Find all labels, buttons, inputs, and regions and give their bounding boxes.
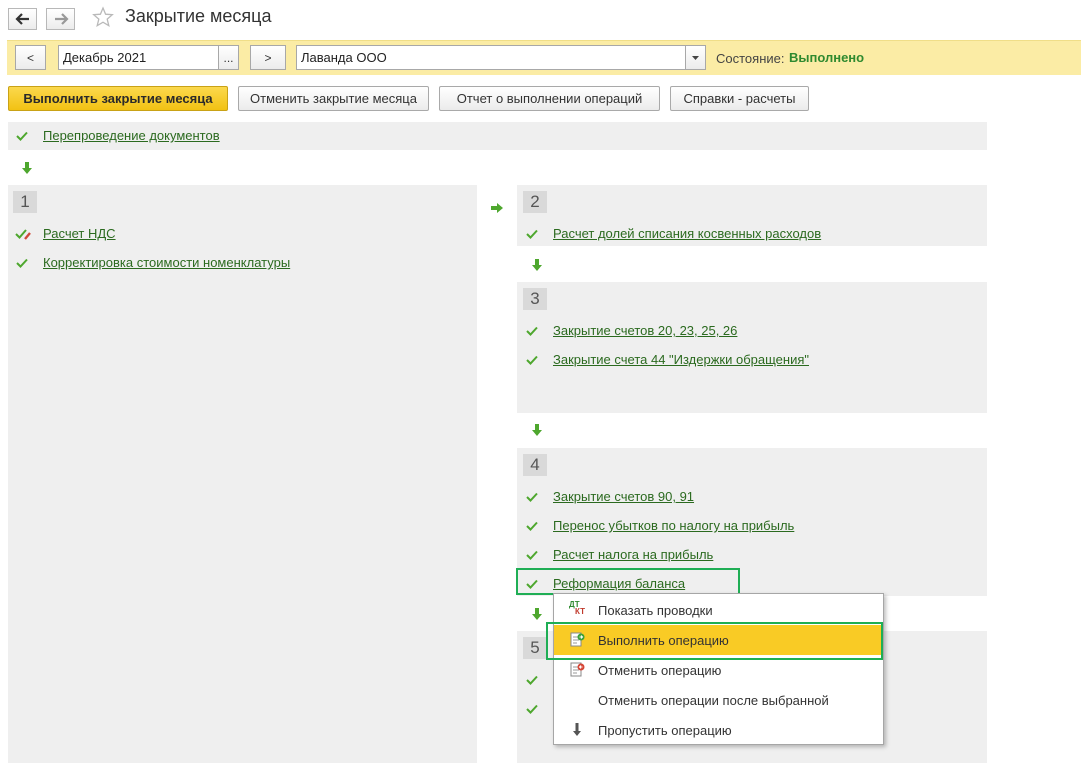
menu-item-skip-operation[interactable]: Пропустить операцию (554, 715, 883, 745)
section-3-panel (517, 282, 987, 413)
check-icon (526, 355, 538, 365)
organization-dropdown-button[interactable] (685, 45, 706, 70)
cancel-document-icon (569, 662, 585, 678)
menu-item-label: Пропустить операцию (598, 723, 732, 738)
state-value: Выполнено (789, 50, 865, 65)
check-icon (16, 258, 28, 268)
link-reposting-documents[interactable]: Перепроведение документов (43, 128, 220, 143)
menu-item-label: Выполнить операцию (598, 633, 729, 648)
menu-item-cancel-operation[interactable]: Отменить операцию (554, 655, 883, 685)
link-loss-carryforward[interactable]: Перенос убытков по налогу на прибыль (553, 518, 794, 533)
link-balance-reformation[interactable]: Реформация баланса (553, 576, 685, 591)
link-indirect-costs-shares[interactable]: Расчет долей списания косвенных расходов (553, 226, 821, 241)
arrow-down-icon (569, 722, 585, 738)
back-button[interactable] (8, 8, 37, 30)
page-title: Закрытие месяца (125, 6, 272, 26)
check-icon (526, 550, 538, 560)
link-close-accounts-20-26[interactable]: Закрытие счетов 20, 23, 25, 26 (553, 323, 737, 338)
arrow-down-icon (532, 424, 542, 436)
reference-calculations-button[interactable]: Справки - расчеты (670, 86, 809, 111)
chevron-down-icon (692, 55, 699, 60)
check-icon (526, 675, 538, 685)
section-1-number: 1 (13, 191, 37, 213)
dt-kt-icon: ДТ КТ (569, 600, 585, 616)
prev-period-button[interactable]: < (15, 45, 46, 70)
check-icon (526, 579, 538, 589)
arrow-right-icon (491, 203, 503, 213)
arrow-left-icon (14, 13, 29, 25)
check-icon (526, 521, 538, 531)
link-income-tax-calculation[interactable]: Расчет налога на прибыль (553, 547, 713, 562)
run-document-icon (569, 632, 585, 648)
menu-item-cancel-after-selected[interactable]: Отменить операции после выбранной (554, 685, 883, 715)
context-menu: ДТ КТ Показать проводки Выполнить операц… (553, 593, 884, 745)
check-icon (526, 492, 538, 502)
star-icon[interactable] (92, 6, 114, 31)
check-edited-icon (15, 229, 31, 240)
section-5-number: 5 (523, 637, 547, 659)
section-2-number: 2 (523, 191, 547, 213)
forward-button[interactable] (46, 8, 75, 30)
menu-item-label: Показать проводки (598, 603, 713, 618)
arrow-right-icon (54, 13, 69, 25)
run-month-close-button[interactable]: Выполнить закрытие месяца (8, 86, 228, 111)
section-1-panel (8, 185, 477, 763)
arrow-down-icon (22, 162, 32, 174)
check-icon (526, 704, 538, 714)
cancel-month-close-button[interactable]: Отменить закрытие месяца (238, 86, 429, 111)
link-close-account-44[interactable]: Закрытие счета 44 "Издержки обращения" (553, 352, 809, 367)
section-4-number: 4 (523, 454, 547, 476)
link-vat-calculation[interactable]: Расчет НДС (43, 226, 116, 241)
menu-item-label: Отменить операцию (598, 663, 722, 678)
check-icon (526, 229, 538, 239)
period-choose-button[interactable]: ... (218, 45, 239, 70)
arrow-down-icon (532, 259, 542, 271)
operations-report-button[interactable]: Отчет о выполнении операций (439, 86, 660, 111)
check-icon (526, 326, 538, 336)
organization-field[interactable]: Лаванда ООО (296, 45, 686, 70)
section-3-number: 3 (523, 288, 547, 310)
period-field[interactable]: Декабрь 2021 (58, 45, 219, 70)
next-period-button[interactable]: > (250, 45, 286, 70)
check-icon (16, 131, 28, 141)
arrow-down-icon (532, 608, 542, 620)
link-cost-adjustment[interactable]: Корректировка стоимости номенклатуры (43, 255, 290, 270)
menu-item-run-operation[interactable]: Выполнить операцию (554, 625, 883, 655)
menu-item-show-entries[interactable]: ДТ КТ Показать проводки (554, 595, 883, 625)
state-label: Состояние: (716, 51, 785, 66)
link-close-accounts-90-91[interactable]: Закрытие счетов 90, 91 (553, 489, 694, 504)
menu-item-label: Отменить операции после выбранной (598, 693, 829, 708)
